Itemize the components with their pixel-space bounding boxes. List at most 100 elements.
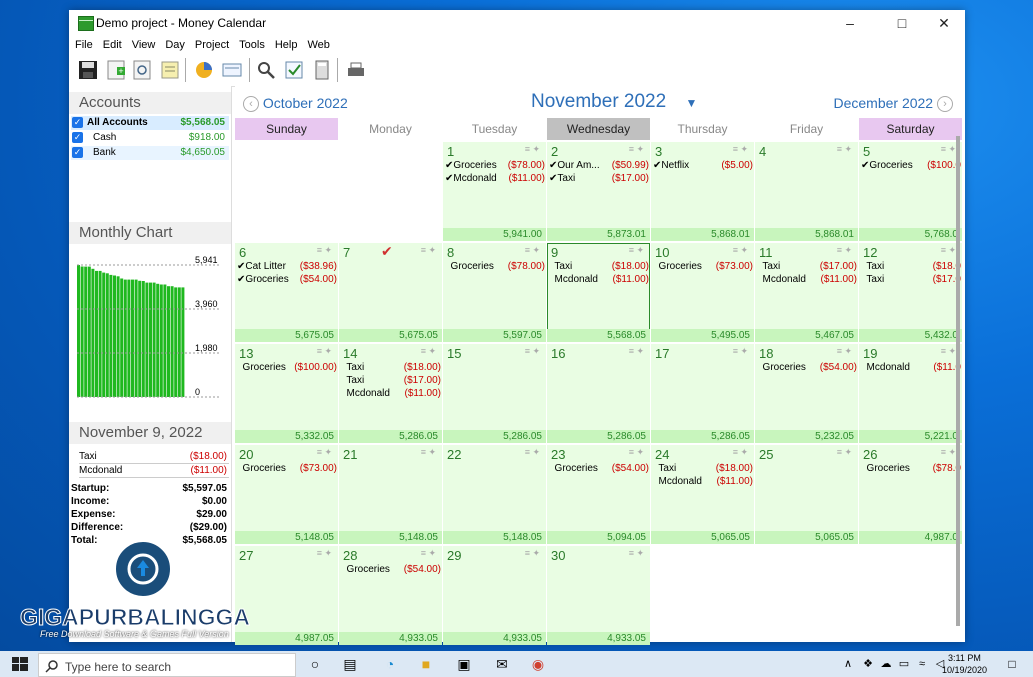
transaction-row[interactable]: Groceries ($54.00) [757, 361, 857, 374]
transaction-row[interactable]: Groceries ($73.00) [653, 260, 753, 273]
dropdown-arrow-icon[interactable]: ▼ [685, 96, 697, 110]
calendar-day-cell[interactable]: 3 ≡ ✦ ✔Netflix ($5.00) 5,868.01 [651, 142, 754, 241]
maximize-button[interactable]: □ [879, 10, 925, 36]
menu-day[interactable]: Day [159, 36, 189, 51]
reconcile-icon[interactable] [283, 59, 305, 81]
mail-icon[interactable]: ✉ [492, 654, 512, 674]
transaction-row[interactable]: Groceries ($100.00) [237, 361, 337, 374]
cell-menu-icon[interactable]: ≡ ✦ [525, 346, 540, 357]
calendar-day-cell[interactable]: 6 ≡ ✦ ✔Cat Litter ($38.96) ✔Groceries ($54.00… [235, 243, 338, 342]
transaction-row[interactable]: Groceries ($78.00) [445, 260, 545, 273]
account-all[interactable]: ✓ All Accounts $5,568.05 [71, 116, 229, 130]
transaction-row[interactable]: Taxi ($18.00) [549, 260, 649, 273]
transaction-row[interactable]: Mcdonald ($11.0 [861, 361, 961, 374]
transaction-row[interactable]: ✔Groceries ($100.0 [861, 159, 961, 172]
cell-menu-icon[interactable]: ≡ ✦ [733, 245, 748, 256]
calculator-icon[interactable] [311, 59, 333, 81]
calendar-day-cell[interactable]: 7 ✔ ≡ ✦ 5,675.05 [339, 243, 442, 342]
transaction-row[interactable]: ✔Groceries ($54.00) [237, 273, 337, 286]
menu-view[interactable]: View [126, 36, 160, 51]
title-bar[interactable]: Demo project - Money Calendar – □ ✕ [69, 10, 965, 36]
transaction-row[interactable]: ✔Netflix ($5.00) [653, 159, 753, 172]
search-icon[interactable] [255, 59, 277, 81]
menu-file[interactable]: File [69, 36, 97, 51]
cell-menu-icon[interactable]: ≡ ✦ [629, 144, 644, 155]
cell-menu-icon[interactable]: ≡ ✦ [629, 245, 644, 256]
checkbox-icon[interactable]: ✓ [72, 147, 83, 158]
transaction-row[interactable]: Mcdonald ($11.00) [757, 273, 857, 286]
store-icon[interactable]: ▣ [454, 654, 474, 674]
current-month[interactable]: November 2022 ▼ [531, 91, 697, 113]
cell-menu-icon[interactable]: ≡ ✦ [733, 346, 748, 357]
cell-menu-icon[interactable]: ≡ ✦ [421, 548, 436, 559]
calendar-day-cell[interactable]: 18 ≡ ✦ Groceries ($54.00) 5,232.05 [755, 344, 858, 443]
cell-menu-icon[interactable]: ≡ ✦ [629, 447, 644, 458]
next-month-button[interactable]: December 2022 › [833, 95, 953, 113]
file-explorer-icon[interactable]: ■ [416, 654, 436, 674]
account-cash[interactable]: ✓ Cash $918.00 [71, 131, 229, 145]
calendar-day-cell[interactable]: 21 ≡ ✦ 5,148.05 [339, 445, 442, 544]
calendar-day-cell[interactable]: 30 ≡ ✦ 4,933.05 [547, 546, 650, 645]
cell-menu-icon[interactable]: ≡ ✦ [317, 245, 332, 256]
cell-menu-icon[interactable]: ≡ ✦ [525, 447, 540, 458]
calendar-day-cell[interactable]: 22 ≡ ✦ 5,148.05 [443, 445, 546, 544]
task-view-icon[interactable]: ▤ [340, 654, 360, 674]
calendar-day-cell[interactable]: 10 ≡ ✦ Groceries ($73.00) 5,495.05 [651, 243, 754, 342]
calendar-day-cell[interactable]: 19 ≡ ✦ Mcdonald ($11.0 5,221.0 [859, 344, 962, 443]
transaction-row[interactable]: Taxi ($17.00) [757, 260, 857, 273]
vertical-scrollbar[interactable] [953, 136, 963, 626]
calendar-day-cell[interactable]: 29 ≡ ✦ 4,933.05 [443, 546, 546, 645]
transaction-row[interactable]: Mcdonald ($11.00) [653, 475, 753, 488]
cell-menu-icon[interactable]: ≡ ✦ [629, 346, 644, 357]
transaction-row[interactable]: ✔Taxi ($17.00) [549, 172, 649, 185]
taskbar-search-box[interactable]: Type here to search [38, 653, 296, 677]
calendar-day-cell[interactable]: 11 ≡ ✦ Taxi ($17.00) Mcdonald ($11.00) 5,467… [755, 243, 858, 342]
cell-menu-icon[interactable]: ≡ ✦ [421, 346, 436, 357]
tray-chevron-up-icon[interactable]: ∧ [838, 654, 858, 674]
onedrive-icon[interactable]: ☁ [876, 654, 896, 674]
calendar-day-cell[interactable]: 28 ≡ ✦ Groceries ($54.00) 4,933.05 [339, 546, 442, 645]
calendar-day-cell[interactable]: 2 ≡ ✦ ✔Our Am... ($50.99) ✔Taxi ($17.00) 5,873… [547, 142, 650, 241]
cell-menu-icon[interactable]: ≡ ✦ [837, 245, 852, 256]
transaction-row[interactable]: Groceries ($54.00) [341, 563, 441, 576]
calendar-day-cell[interactable]: 23 ≡ ✦ Groceries ($54.00) 5,094.05 [547, 445, 650, 544]
transaction-row[interactable]: ✔Mcdonald ($11.00) [445, 172, 545, 185]
calendar-day-cell[interactable]: 24 ≡ ✦ Taxi ($18.00) Mcdonald ($11.00) 5,065… [651, 445, 754, 544]
cell-menu-icon[interactable]: ≡ ✦ [421, 447, 436, 458]
close-button[interactable]: ✕ [921, 10, 967, 36]
calendar-day-cell[interactable]: 15 ≡ ✦ 5,286.05 [443, 344, 546, 443]
save-icon[interactable] [77, 59, 99, 81]
battery-icon[interactable]: ▭ [894, 654, 914, 674]
transaction-row[interactable]: Groceries ($73.00) [237, 462, 337, 475]
cell-menu-icon[interactable]: ≡ ✦ [733, 144, 748, 155]
cell-menu-icon[interactable]: ≡ ✦ [317, 548, 332, 559]
transaction-row[interactable]: Taxi ($18.00) [341, 361, 441, 374]
notification-icon[interactable]: □ [1002, 654, 1022, 674]
cell-menu-icon[interactable]: ≡ ✦ [421, 245, 436, 256]
new-transaction-icon[interactable]: + [105, 59, 127, 81]
cell-menu-icon[interactable]: ≡ ✦ [629, 548, 644, 559]
cell-menu-icon[interactable]: ≡ ✦ [525, 144, 540, 155]
calendar-day-cell[interactable]: 16 ≡ ✦ 5,286.05 [547, 344, 650, 443]
notes-icon[interactable] [159, 59, 181, 81]
calendar-day-cell[interactable]: 13 ≡ ✦ Groceries ($100.00) 5,332.05 [235, 344, 338, 443]
menu-edit[interactable]: Edit [97, 36, 126, 51]
edge-browser-icon[interactable]: ◔ [380, 654, 400, 674]
cell-menu-icon[interactable]: ≡ ✦ [837, 346, 852, 357]
transaction-row[interactable]: Mcdonald ($11.00) [549, 273, 649, 286]
cell-menu-icon[interactable]: ≡ ✦ [525, 548, 540, 559]
wifi-icon[interactable]: ≈ [912, 654, 932, 674]
calendar-day-cell[interactable]: 5 ≡ ✦ ✔Groceries ($100.0 5,768.0 [859, 142, 962, 241]
menu-web[interactable]: Web [301, 36, 333, 51]
transaction-row[interactable]: Groceries ($54.00) [549, 462, 649, 475]
menu-project[interactable]: Project [189, 36, 233, 51]
transaction-row[interactable]: Taxi ($18.0 [861, 260, 961, 273]
cell-menu-icon[interactable]: ≡ ✦ [837, 447, 852, 458]
transaction-row[interactable]: ✔Groceries ($78.00) [445, 159, 545, 172]
checkbox-icon[interactable]: ✓ [72, 132, 83, 143]
transaction-row[interactable]: Taxi ($18.00) [653, 462, 753, 475]
taskbar-clock[interactable]: 3:11 PM 10/19/2020 [942, 652, 987, 676]
cell-menu-icon[interactable]: ≡ ✦ [317, 346, 332, 357]
calendar-day-cell[interactable]: 4 ≡ ✦ 5,868.01 [755, 142, 858, 241]
prev-month-button[interactable]: ‹ October 2022 [243, 95, 348, 113]
